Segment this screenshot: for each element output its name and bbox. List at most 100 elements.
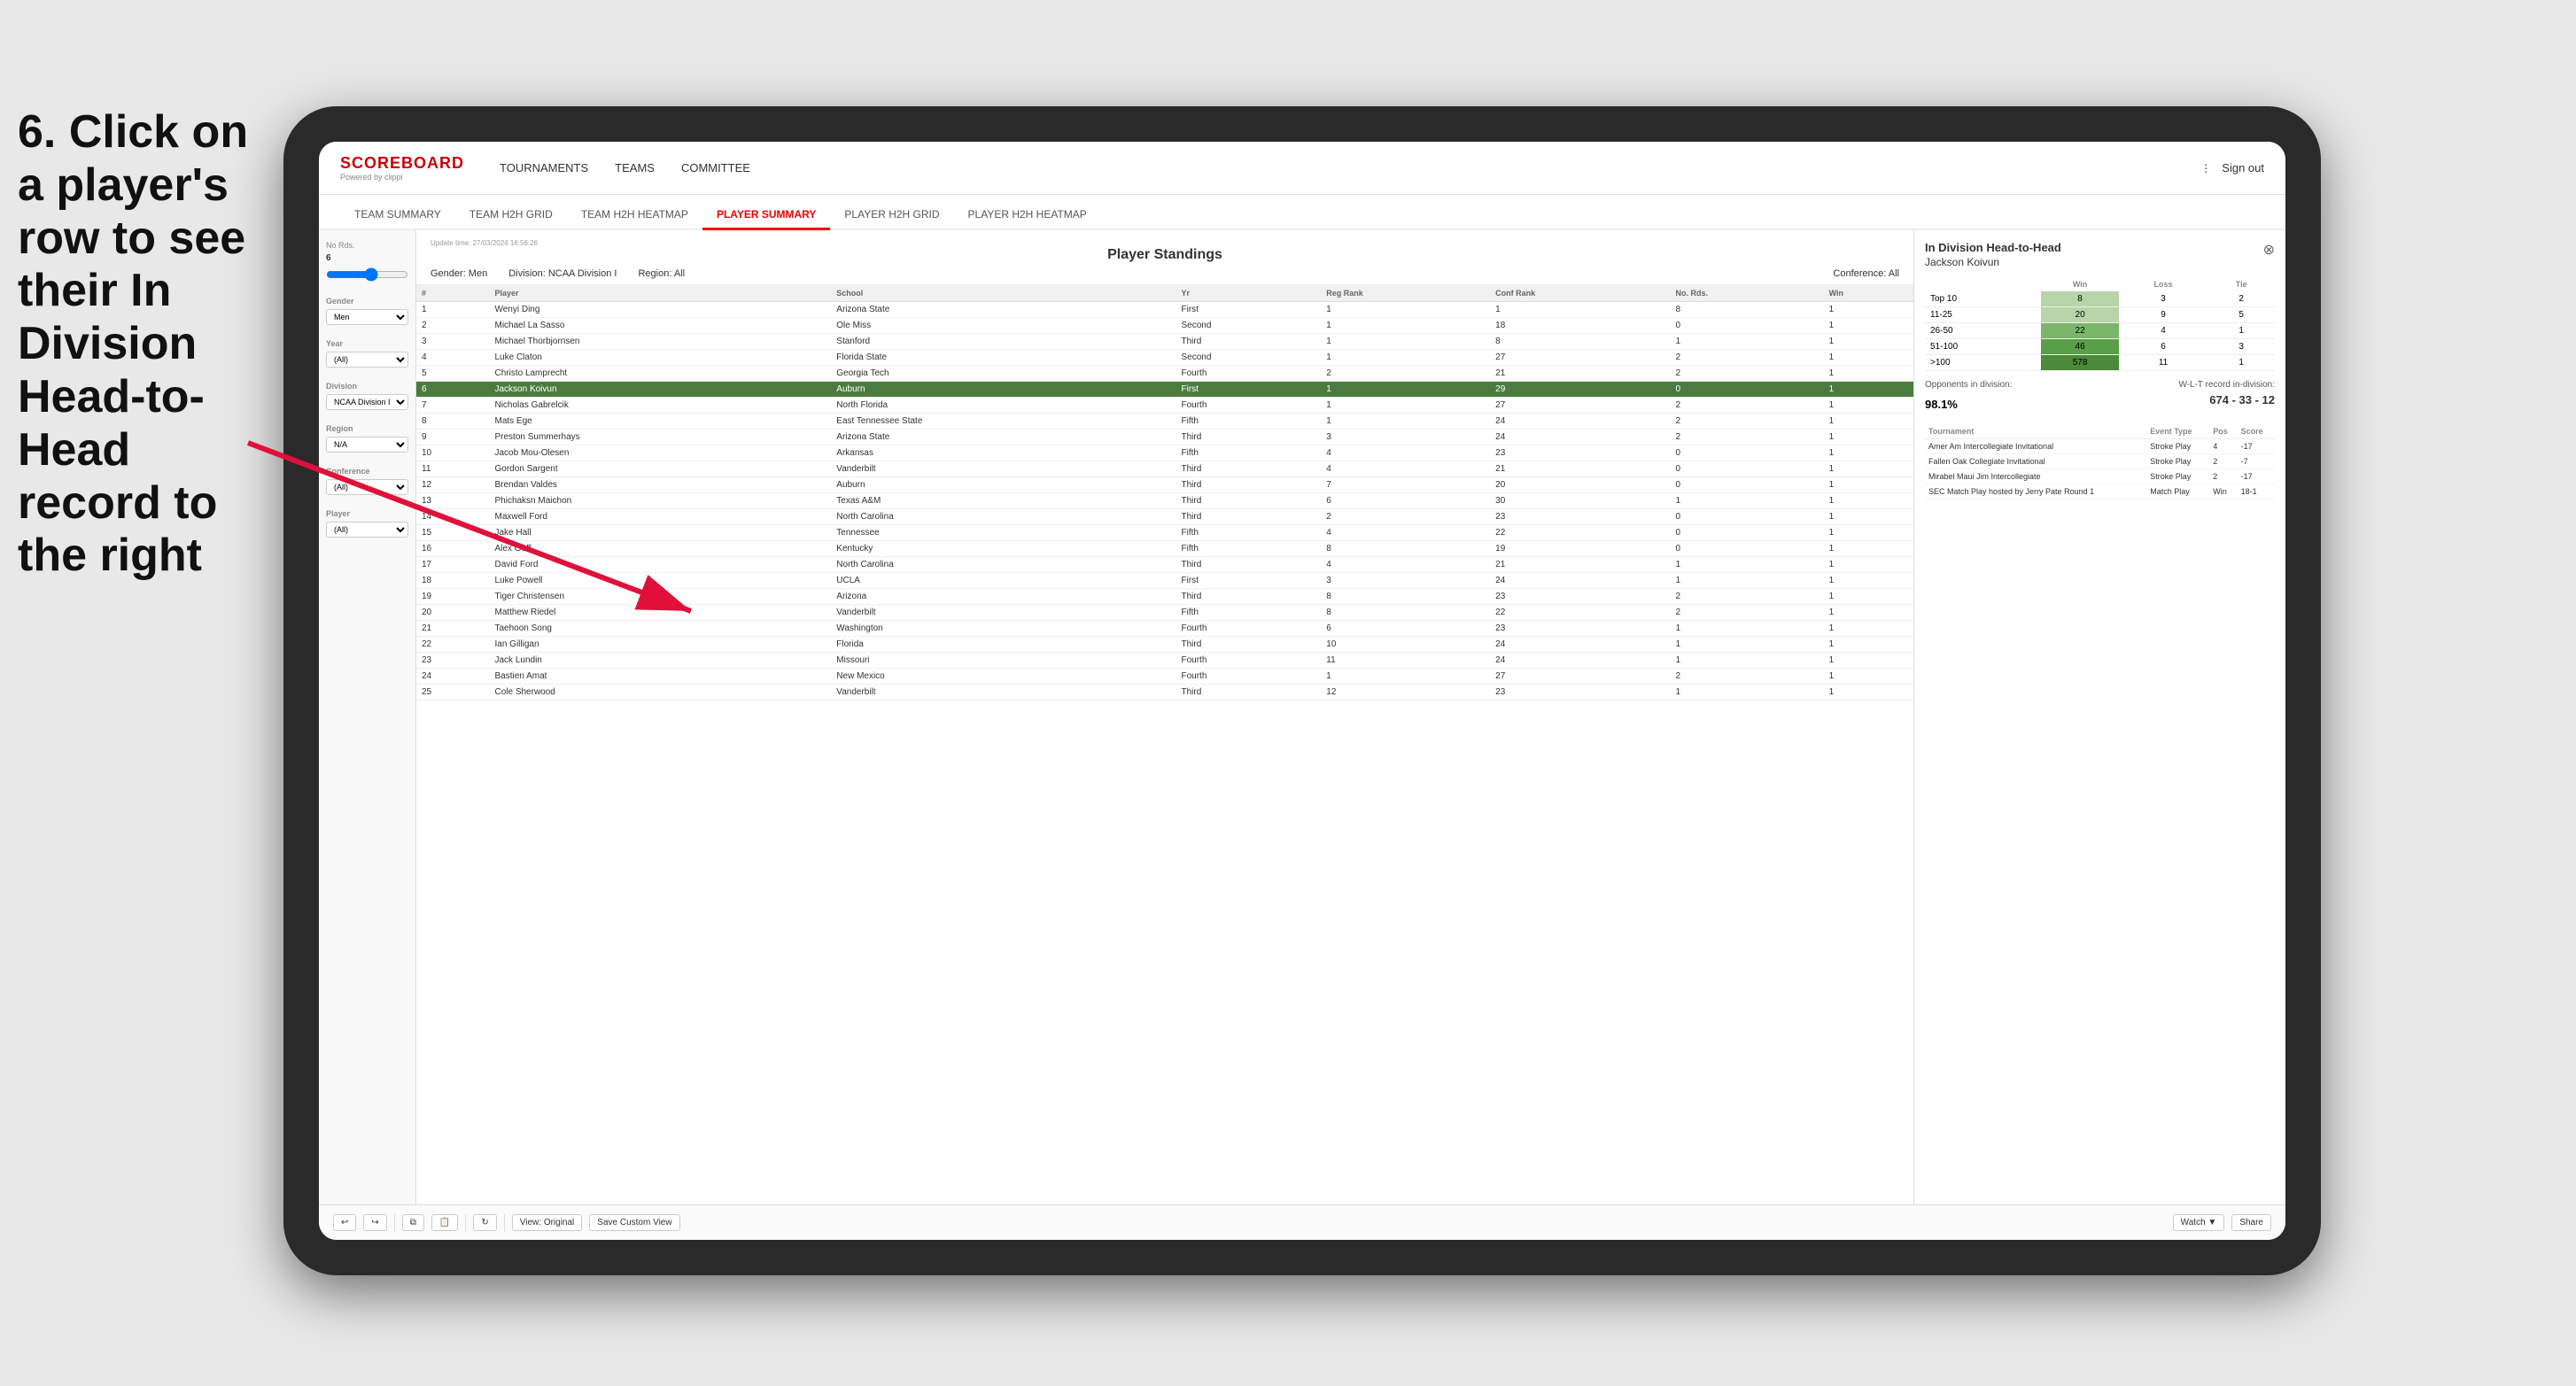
nav-teams[interactable]: TEAMS bbox=[615, 158, 655, 178]
cell-school: Kentucky bbox=[831, 541, 1175, 557]
table-row[interactable]: 1 Wenyi Ding Arizona State First 1 1 8 1 bbox=[416, 302, 1913, 318]
cell-player: Phichaksn Maichon bbox=[489, 493, 831, 509]
tab-team-summary[interactable]: TEAM SUMMARY bbox=[340, 201, 455, 230]
cell-win: 1 bbox=[1824, 414, 1913, 430]
tab-team-h2h-heatmap[interactable]: TEAM H2H HEATMAP bbox=[567, 201, 702, 230]
tablet-frame: SCOREBOARD Powered by clippi TOURNAMENTS… bbox=[283, 106, 2321, 1275]
h2h-close-button[interactable]: ⊗ bbox=[2263, 241, 2275, 259]
table-row[interactable]: 14 Maxwell Ford North Carolina Third 2 2… bbox=[416, 509, 1913, 525]
year-select[interactable]: (All) bbox=[326, 352, 408, 368]
h2h-range-100plus: >100 bbox=[1925, 355, 2041, 371]
cell-yr: Second bbox=[1175, 350, 1321, 366]
h2h-row-100plus[interactable]: >100 578 11 1 bbox=[1925, 355, 2275, 371]
tablet-screen: SCOREBOARD Powered by clippi TOURNAMENTS… bbox=[319, 142, 2285, 1240]
table-row[interactable]: 22 Ian Gilligan Florida Third 10 24 1 1 bbox=[416, 637, 1913, 653]
h2h-tie-51-100: 3 bbox=[2207, 339, 2275, 355]
cell-school: Georgia Tech bbox=[831, 366, 1175, 382]
cell-num: 23 bbox=[416, 653, 489, 669]
tourney-row-2[interactable]: Fallen Oak Collegiate Invitational Strok… bbox=[1925, 454, 2275, 469]
cell-yr: Third bbox=[1175, 557, 1321, 573]
h2h-row-11-25[interactable]: 11-25 20 9 5 bbox=[1925, 307, 2275, 323]
table-row[interactable]: 12 Brendan Valdes Auburn Third 7 20 0 1 bbox=[416, 477, 1913, 493]
h2h-tie-100plus: 1 bbox=[2207, 355, 2275, 371]
no-rds-slider[interactable] bbox=[326, 267, 408, 283]
cell-conf: 23 bbox=[1490, 589, 1670, 605]
table-row[interactable]: 19 Tiger Christensen Arizona Third 8 23 … bbox=[416, 589, 1913, 605]
cell-win: 1 bbox=[1824, 509, 1913, 525]
table-row[interactable]: 17 David Ford North Carolina Third 4 21 … bbox=[416, 557, 1913, 573]
cell-yr: Fifth bbox=[1175, 445, 1321, 461]
logo-scoreboard: SCOREBOARD bbox=[340, 154, 464, 173]
copy-button[interactable]: ⧉ bbox=[402, 1214, 424, 1231]
cell-conf: 24 bbox=[1490, 430, 1670, 445]
col-no-rds: No. Rds. bbox=[1671, 285, 1824, 302]
table-row[interactable]: 16 Alex Goff Kentucky Fifth 8 19 0 1 bbox=[416, 541, 1913, 557]
table-row[interactable]: 7 Nicholas Gabrelcik North Florida Fourt… bbox=[416, 398, 1913, 414]
cell-school: Stanford bbox=[831, 334, 1175, 350]
table-row[interactable]: 25 Cole Sherwood Vanderbilt Third 12 23 … bbox=[416, 685, 1913, 701]
tab-player-h2h-heatmap[interactable]: PLAYER H2H HEATMAP bbox=[954, 201, 1101, 230]
cell-yr: First bbox=[1175, 302, 1321, 318]
instruction-text: 6. Click on a player's row to see their … bbox=[0, 106, 275, 583]
table-row[interactable]: 4 Luke Claton Florida State Second 1 27 … bbox=[416, 350, 1913, 366]
watch-button[interactable]: Watch ▼ bbox=[2173, 1214, 2225, 1231]
table-row[interactable]: 8 Mats Ege East Tennessee State Fifth 1 … bbox=[416, 414, 1913, 430]
table-row[interactable]: 11 Gordon Sargent Vanderbilt Third 4 21 … bbox=[416, 461, 1913, 477]
view-original-button[interactable]: View: Original bbox=[512, 1214, 583, 1231]
left-sidebar: No Rds. 6 Gender Men Year (All) bbox=[319, 230, 416, 1204]
col-conf-rank: Conf Rank bbox=[1490, 285, 1670, 302]
refresh-button[interactable]: ↻ bbox=[473, 1214, 496, 1231]
tournament-table: Tournament Event Type Pos Score Amer Am … bbox=[1925, 424, 2275, 499]
tourney-row-4[interactable]: SEC Match Play hosted by Jerry Pate Roun… bbox=[1925, 484, 2275, 499]
tourney-row-1[interactable]: Amer Am Intercollegiate Invitational Str… bbox=[1925, 439, 2275, 454]
table-row[interactable]: 24 Bastien Amat New Mexico Fourth 1 27 2… bbox=[416, 669, 1913, 685]
conference-label: Conference bbox=[326, 467, 408, 476]
h2h-row-51-100[interactable]: 51-100 46 6 3 bbox=[1925, 339, 2275, 355]
table-row[interactable]: 15 Jake Hall Tennessee Fifth 4 22 0 1 bbox=[416, 525, 1913, 541]
standings-scroll[interactable]: # Player School Yr Reg Rank Conf Rank No… bbox=[416, 285, 1913, 1204]
cell-player: Preston Summerhays bbox=[489, 430, 831, 445]
h2h-win-26-50: 22 bbox=[2041, 323, 2118, 339]
cell-conf: 23 bbox=[1490, 445, 1670, 461]
tourney-row-3[interactable]: Mirabel Maui Jim Intercollegiate Stroke … bbox=[1925, 469, 2275, 484]
cell-rds: 2 bbox=[1671, 350, 1824, 366]
table-row[interactable]: 2 Michael La Sasso Ole Miss Second 1 18 … bbox=[416, 318, 1913, 334]
table-row[interactable]: 21 Taehoon Song Washington Fourth 6 23 1… bbox=[416, 621, 1913, 637]
cell-rds: 8 bbox=[1671, 302, 1824, 318]
conference-select[interactable]: (All) bbox=[326, 479, 408, 495]
col-yr: Yr bbox=[1175, 285, 1321, 302]
opponents-pct: W-L-T record in-division: bbox=[2178, 380, 2275, 390]
table-row[interactable]: 9 Preston Summerhays Arizona State Third… bbox=[416, 430, 1913, 445]
nav-committee[interactable]: COMMITTEE bbox=[681, 158, 750, 178]
table-row[interactable]: 18 Luke Powell UCLA First 3 24 1 1 bbox=[416, 573, 1913, 589]
table-row[interactable]: 3 Michael Thorbjornsen Stanford Third 1 … bbox=[416, 334, 1913, 350]
update-time: Update time: 27/03/2024 16:56:26 bbox=[431, 239, 538, 247]
table-row[interactable]: 10 Jacob Mou-Olesen Arkansas Fifth 4 23 … bbox=[416, 445, 1913, 461]
table-row[interactable]: 20 Matthew Riedel Vanderbilt Fifth 8 22 … bbox=[416, 605, 1913, 621]
table-row[interactable]: 6 Jackson Koivun Auburn First 1 29 0 1 bbox=[416, 382, 1913, 398]
table-row[interactable]: 23 Jack Lundin Missouri Fourth 11 24 1 1 bbox=[416, 653, 1913, 669]
undo-button[interactable]: ↩ bbox=[333, 1214, 356, 1231]
cell-win: 1 bbox=[1824, 398, 1913, 414]
tab-team-h2h-grid[interactable]: TEAM H2H GRID bbox=[455, 201, 567, 230]
cell-win: 1 bbox=[1824, 493, 1913, 509]
tab-player-summary[interactable]: PLAYER SUMMARY bbox=[702, 201, 830, 230]
region-select[interactable]: N/A bbox=[326, 437, 408, 453]
table-row[interactable]: 13 Phichaksn Maichon Texas A&M Third 6 3… bbox=[416, 493, 1913, 509]
division-select[interactable]: NCAA Division I bbox=[326, 394, 408, 410]
player-select[interactable]: (All) bbox=[326, 522, 408, 538]
h2h-row-26-50[interactable]: 26-50 22 4 1 bbox=[1925, 323, 2275, 339]
cell-conf: 27 bbox=[1490, 398, 1670, 414]
sign-out-button[interactable]: Sign out bbox=[2222, 158, 2264, 178]
redo-button[interactable]: ↪ bbox=[363, 1214, 386, 1231]
table-row[interactable]: 5 Christo Lamprecht Georgia Tech Fourth … bbox=[416, 366, 1913, 382]
tab-player-h2h-grid[interactable]: PLAYER H2H GRID bbox=[830, 201, 953, 230]
paste-button[interactable]: 📋 bbox=[431, 1214, 458, 1231]
save-custom-button[interactable]: Save Custom View bbox=[589, 1214, 679, 1231]
share-button[interactable]: Share bbox=[2231, 1214, 2271, 1231]
gender-select[interactable]: Men bbox=[326, 309, 408, 325]
cell-conf: 30 bbox=[1490, 493, 1670, 509]
nav-tournaments[interactable]: TOURNAMENTS bbox=[500, 158, 588, 178]
h2h-row-top10[interactable]: Top 10 8 3 2 bbox=[1925, 291, 2275, 307]
cell-player: Christo Lamprecht bbox=[489, 366, 831, 382]
